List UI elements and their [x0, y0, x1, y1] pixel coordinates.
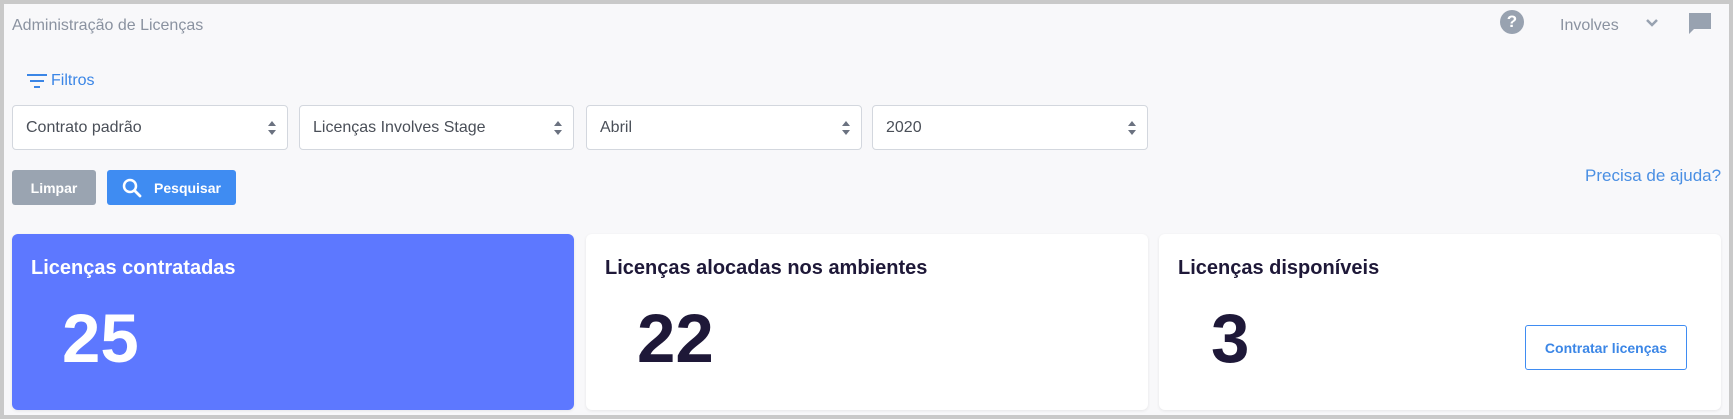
license-type-select[interactable]: Licenças Involves Stage: [299, 105, 574, 150]
year-select-value: 2020: [886, 119, 922, 136]
filters-toggle[interactable]: Filtros: [26, 70, 95, 92]
clear-button[interactable]: Limpar: [12, 170, 96, 205]
help-link[interactable]: Precisa de ajuda?: [1585, 166, 1721, 186]
filters-toggle-label: Filtros: [51, 72, 95, 89]
available-licenses-card: Licenças disponíveis 3 Contratar licença…: [1159, 234, 1721, 410]
license-admin-window: Administração de Licenças ? Involves Fil…: [4, 4, 1729, 415]
help-icon[interactable]: ?: [1500, 10, 1524, 34]
select-arrows-icon: [268, 121, 276, 135]
search-button[interactable]: Pesquisar: [107, 170, 236, 205]
page-title: Administração de Licenças: [12, 17, 204, 34]
month-select[interactable]: Abril: [586, 105, 862, 150]
contract-select[interactable]: Contrato padrão: [12, 105, 288, 150]
select-arrows-icon: [842, 121, 850, 135]
allocated-licenses-card: Licenças alocadas nos ambientes 22: [586, 234, 1148, 410]
hire-licenses-button[interactable]: Contratar licenças: [1525, 325, 1687, 370]
license-type-select-value: Licenças Involves Stage: [313, 119, 486, 136]
select-arrows-icon: [1128, 121, 1136, 135]
select-arrows-icon: [554, 121, 562, 135]
card-title: Licenças disponíveis: [1178, 257, 1380, 279]
contract-select-value: Contrato padrão: [26, 119, 142, 136]
contracted-licenses-card: Licenças contratadas 25: [12, 234, 574, 410]
year-select[interactable]: 2020: [872, 105, 1148, 150]
chevron-down-icon[interactable]: [1644, 15, 1660, 31]
chat-icon[interactable]: [1687, 11, 1713, 37]
card-value: 3: [1211, 300, 1250, 377]
filter-icon: [27, 74, 47, 88]
account-name[interactable]: Involves: [1560, 17, 1619, 35]
month-select-value: Abril: [600, 119, 633, 136]
card-value: 25: [62, 300, 139, 377]
card-title: Licenças alocadas nos ambientes: [605, 257, 928, 279]
search-button-label: Pesquisar: [154, 179, 221, 196]
search-icon: [122, 178, 142, 197]
card-value: 22: [637, 300, 714, 377]
card-title: Licenças contratadas: [31, 257, 236, 279]
